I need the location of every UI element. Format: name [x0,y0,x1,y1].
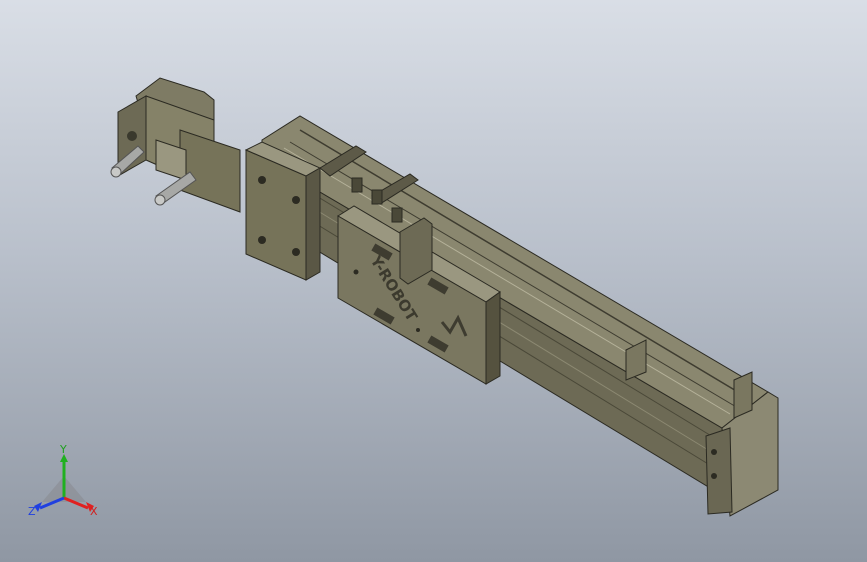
cad-viewport[interactable]: Y-ROBOT Y X Z [0,0,867,562]
y-axis-label: Y [60,443,67,456]
rail-body[interactable] [261,115,769,501]
orientation-triad[interactable]: Y X Z [24,443,104,526]
x-axis-label: X [90,505,98,518]
linear-actuator-model[interactable]: Y-ROBOT [0,0,867,562]
z-axis-label: Z [28,505,36,518]
mounting-plate[interactable] [244,141,322,281]
